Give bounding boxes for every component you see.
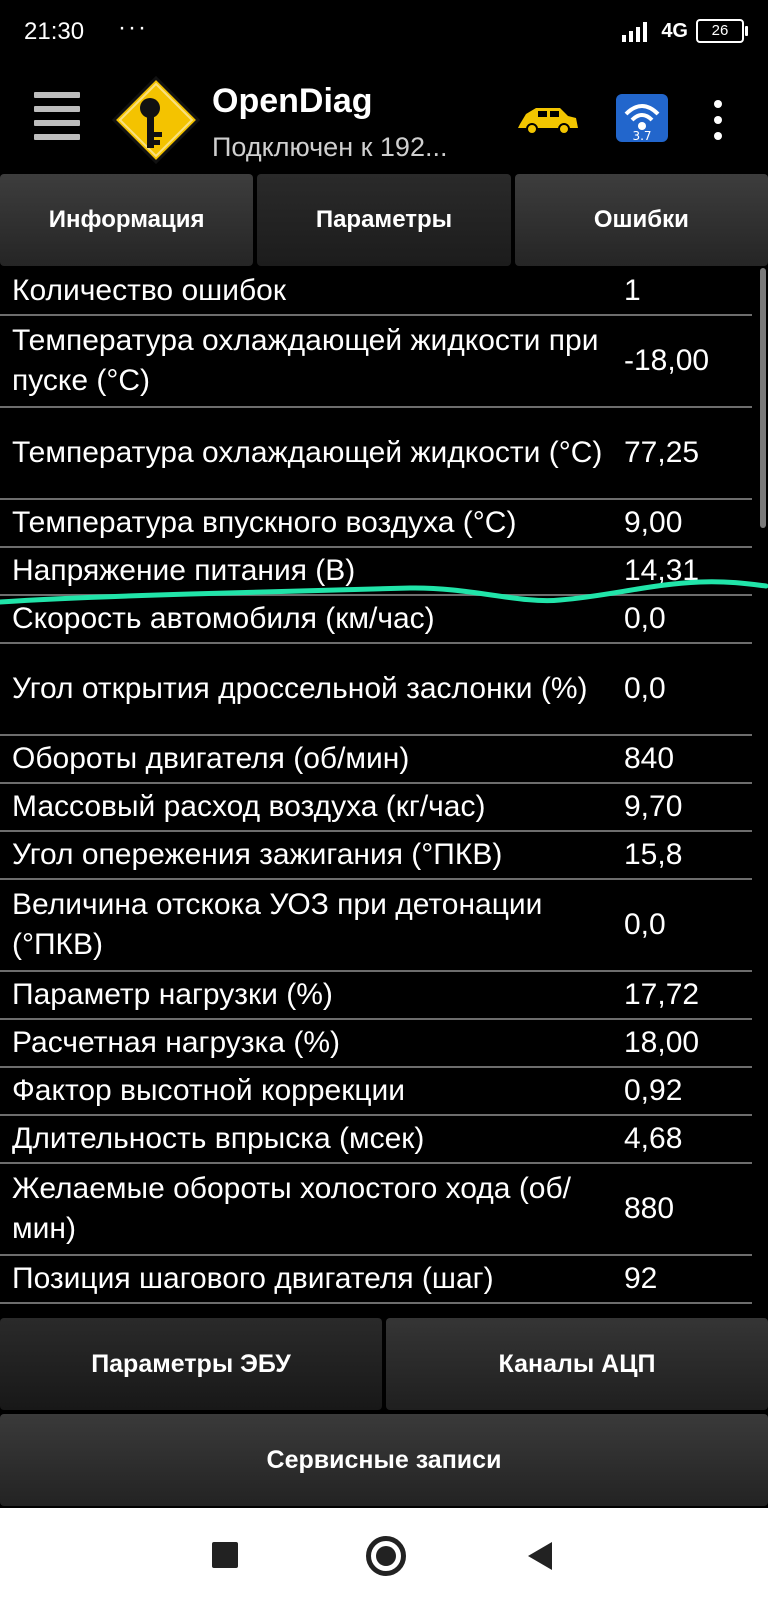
table-row: Температура впускного воздуха (°С) 9,00: [0, 500, 752, 548]
table-row: Величина отскока УОЗ при детонации (°ПКВ…: [0, 880, 752, 972]
table-row: Температура охлаждающей жидкости при пус…: [0, 316, 752, 408]
car-icon[interactable]: [516, 102, 580, 138]
param-value: 15,8: [624, 838, 683, 871]
param-name: Массовый расход воздуха (кг/час): [12, 790, 486, 823]
param-value: 0,92: [624, 1074, 683, 1107]
param-value: 77,25: [624, 436, 700, 469]
table-row: Температура охлаждающей жидкости (°С) 77…: [0, 408, 752, 500]
adapter-connection-icon[interactable]: 3.7: [614, 92, 670, 144]
battery-icon: 26: [696, 19, 748, 43]
recent-apps-icon[interactable]: [212, 1542, 238, 1568]
opendiag-logo-icon: [111, 75, 201, 165]
tab-parameters[interactable]: Параметры: [257, 174, 511, 266]
signal-icon: [622, 22, 648, 42]
bottom-tabs: Параметры ЭБУ Каналы АЦП: [0, 1318, 768, 1410]
system-nav-bar: [0, 1508, 768, 1600]
param-value: 17,72: [624, 978, 700, 1011]
param-value: 880: [624, 1192, 675, 1225]
top-tabs: Информация Параметры Ошибки: [0, 174, 768, 266]
param-name: Напряжение питания (В): [12, 554, 356, 587]
param-value: 0,0: [624, 602, 666, 635]
param-value: 9,00: [624, 506, 683, 539]
table-row: Расчетная нагрузка (%) 18,00: [0, 1020, 752, 1068]
param-name: Фактор высотной коррекции: [12, 1074, 406, 1107]
back-icon[interactable]: [528, 1542, 552, 1570]
table-row: Обороты двигателя (об/мин) 840: [0, 736, 752, 784]
param-value: 0,0: [624, 672, 666, 705]
param-value: -18,00: [624, 344, 710, 377]
table-row: Позиция шагового двигателя (шаг) 92: [0, 1256, 752, 1304]
param-value: 0,0: [624, 908, 666, 941]
menu-icon[interactable]: [34, 92, 80, 142]
table-row: Фактор высотной коррекции 0,92: [0, 1068, 752, 1116]
status-right: 4G 26: [621, 18, 748, 44]
param-name: Желаемые обороты холостого хода (об/мин): [12, 1172, 572, 1245]
table-row: Длительность впрыска (мсек) 4,68: [0, 1116, 752, 1164]
table-row: Желаемые обороты холостого хода (об/мин)…: [0, 1164, 752, 1256]
status-bar: 21:30 ··· 4G 26: [0, 0, 768, 64]
param-name: Скорость автомобиля (км/час): [12, 602, 435, 635]
param-value: 9,70: [624, 790, 683, 823]
table-row: Угол открытия дроссельной заслонки (%) 0…: [0, 644, 752, 736]
table-row: Количество ошибок 1: [0, 268, 752, 316]
table-row: Угол опережения зажигания (°ПКВ) 15,8: [0, 832, 752, 880]
param-name: Температура охлаждающей жидкости (°С): [12, 436, 603, 469]
param-name: Угол открытия дроссельной заслонки (%): [12, 672, 588, 705]
param-name: Расчетная нагрузка (%): [12, 1026, 341, 1059]
param-name: Обороты двигателя (об/мин): [12, 742, 410, 775]
svg-text:3.7: 3.7: [632, 129, 651, 143]
param-value: 92: [624, 1262, 658, 1295]
param-name: Величина отскока УОЗ при детонации (°ПКВ…: [12, 888, 543, 961]
tab-errors[interactable]: Ошибки: [514, 174, 768, 266]
param-value: 1: [624, 274, 641, 307]
param-name: Количество ошибок: [12, 274, 286, 307]
list-scrollbar[interactable]: [760, 268, 766, 528]
param-name: Позиция шагового двигателя (шаг): [12, 1262, 494, 1295]
param-name: Длительность впрыска (мсек): [12, 1122, 425, 1155]
param-value: 14,31: [624, 554, 700, 587]
tab-information[interactable]: Информация: [0, 174, 254, 266]
overflow-menu-icon[interactable]: [714, 100, 726, 140]
param-value: 18,00: [624, 1026, 700, 1059]
home-icon[interactable]: [366, 1536, 406, 1576]
param-name: Температура охлаждающей жидкости при пус…: [12, 324, 599, 397]
app-bar: OpenDiag Подключен к 192... 3.7: [0, 64, 768, 176]
param-value: 840: [624, 742, 675, 775]
param-value: 4,68: [624, 1122, 683, 1155]
table-row: Массовый расход воздуха (кг/час) 9,70: [0, 784, 752, 832]
param-name: Угол опережения зажигания (°ПКВ): [12, 838, 503, 871]
parameter-list[interactable]: Количество ошибок 1 Температура охлаждаю…: [0, 268, 752, 1314]
table-row: Параметр нагрузки (%) 17,72: [0, 972, 752, 1020]
status-more-dots: ···: [118, 14, 148, 41]
ecu-parameters-button[interactable]: Параметры ЭБУ: [0, 1318, 382, 1410]
param-name: Параметр нагрузки (%): [12, 978, 333, 1011]
service-records-button[interactable]: Сервисные записи: [0, 1414, 768, 1506]
table-row: Скорость автомобиля (км/час) 0,0: [0, 596, 752, 644]
network-type: 4G: [661, 19, 688, 42]
connection-status: Подключен к 192...: [212, 132, 448, 162]
param-name: Температура впускного воздуха (°С): [12, 506, 517, 539]
adc-channels-button[interactable]: Каналы АЦП: [386, 1318, 768, 1410]
table-row: Напряжение питания (В) 14,31: [0, 548, 752, 596]
status-time: 21:30: [24, 18, 85, 45]
app-title: OpenDiag: [212, 82, 373, 120]
